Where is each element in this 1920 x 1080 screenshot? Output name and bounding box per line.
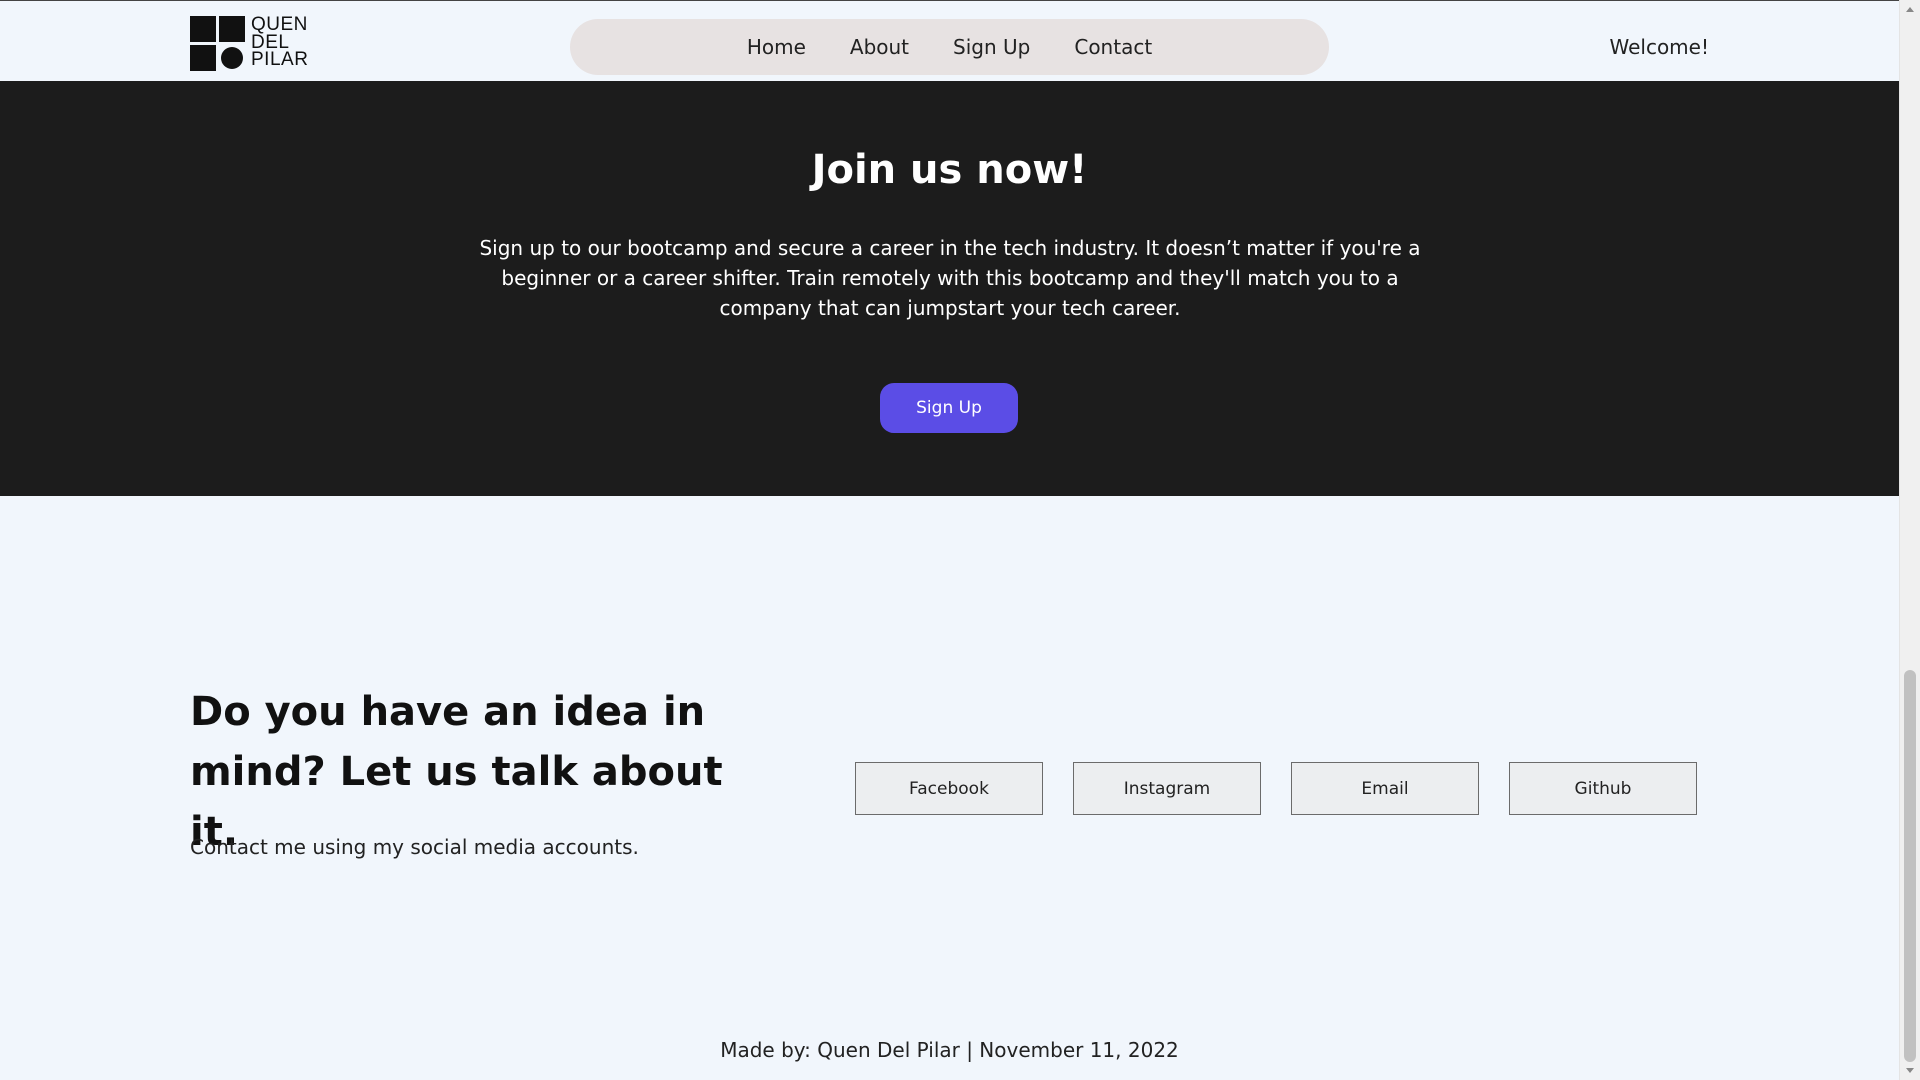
- scroll-down-arrow-icon[interactable]: [1906, 1068, 1914, 1073]
- nav-signup-link[interactable]: Sign Up: [953, 35, 1030, 59]
- scrollbar-thumb[interactable]: [1904, 670, 1916, 1062]
- logo-wordmark: QUEN DEL PILAR: [251, 14, 309, 70]
- nav-contact-link[interactable]: Contact: [1074, 35, 1152, 59]
- join-section: Join us now! Sign up to our bootcamp and…: [0, 81, 1899, 496]
- join-title: Join us now!: [811, 147, 1088, 193]
- signup-button[interactable]: Sign Up: [880, 383, 1018, 433]
- logo[interactable]: QUEN DEL PILAR: [190, 14, 320, 72]
- nav-about-link[interactable]: About: [850, 35, 909, 59]
- page: QUEN DEL PILAR Home About Sign Up Contac…: [0, 0, 1920, 1080]
- logo-circle: [221, 47, 243, 69]
- main-nav: Home About Sign Up Contact: [570, 19, 1329, 75]
- logo-square: [190, 16, 216, 42]
- site-header: QUEN DEL PILAR Home About Sign Up Contac…: [0, 1, 1899, 81]
- instagram-button[interactable]: Instagram: [1073, 762, 1261, 815]
- footer-credit: Made by: Quen Del Pilar | November 11, 2…: [720, 1038, 1179, 1062]
- logo-square: [219, 16, 245, 42]
- github-button[interactable]: Github: [1509, 762, 1697, 815]
- logo-line: QUEN: [251, 14, 308, 35]
- vertical-scrollbar[interactable]: [1899, 0, 1920, 1080]
- join-description: Sign up to our bootcamp and secure a car…: [479, 236, 1421, 320]
- email-button[interactable]: Email: [1291, 762, 1479, 815]
- social-buttons: Facebook Instagram Email Github: [855, 762, 1697, 815]
- nav-home-link[interactable]: Home: [747, 35, 806, 59]
- logo-square: [190, 45, 216, 71]
- scroll-up-arrow-icon[interactable]: [1906, 7, 1914, 12]
- browser-viewport: QUEN DEL PILAR Home About Sign Up Contac…: [0, 0, 1899, 1080]
- welcome-text: Welcome!: [1609, 35, 1709, 59]
- contact-subtitle: Contact me using my social media account…: [190, 835, 639, 859]
- facebook-button[interactable]: Facebook: [855, 762, 1043, 815]
- logo-mark-icon: [190, 16, 246, 72]
- logo-line: PILAR: [251, 49, 309, 70]
